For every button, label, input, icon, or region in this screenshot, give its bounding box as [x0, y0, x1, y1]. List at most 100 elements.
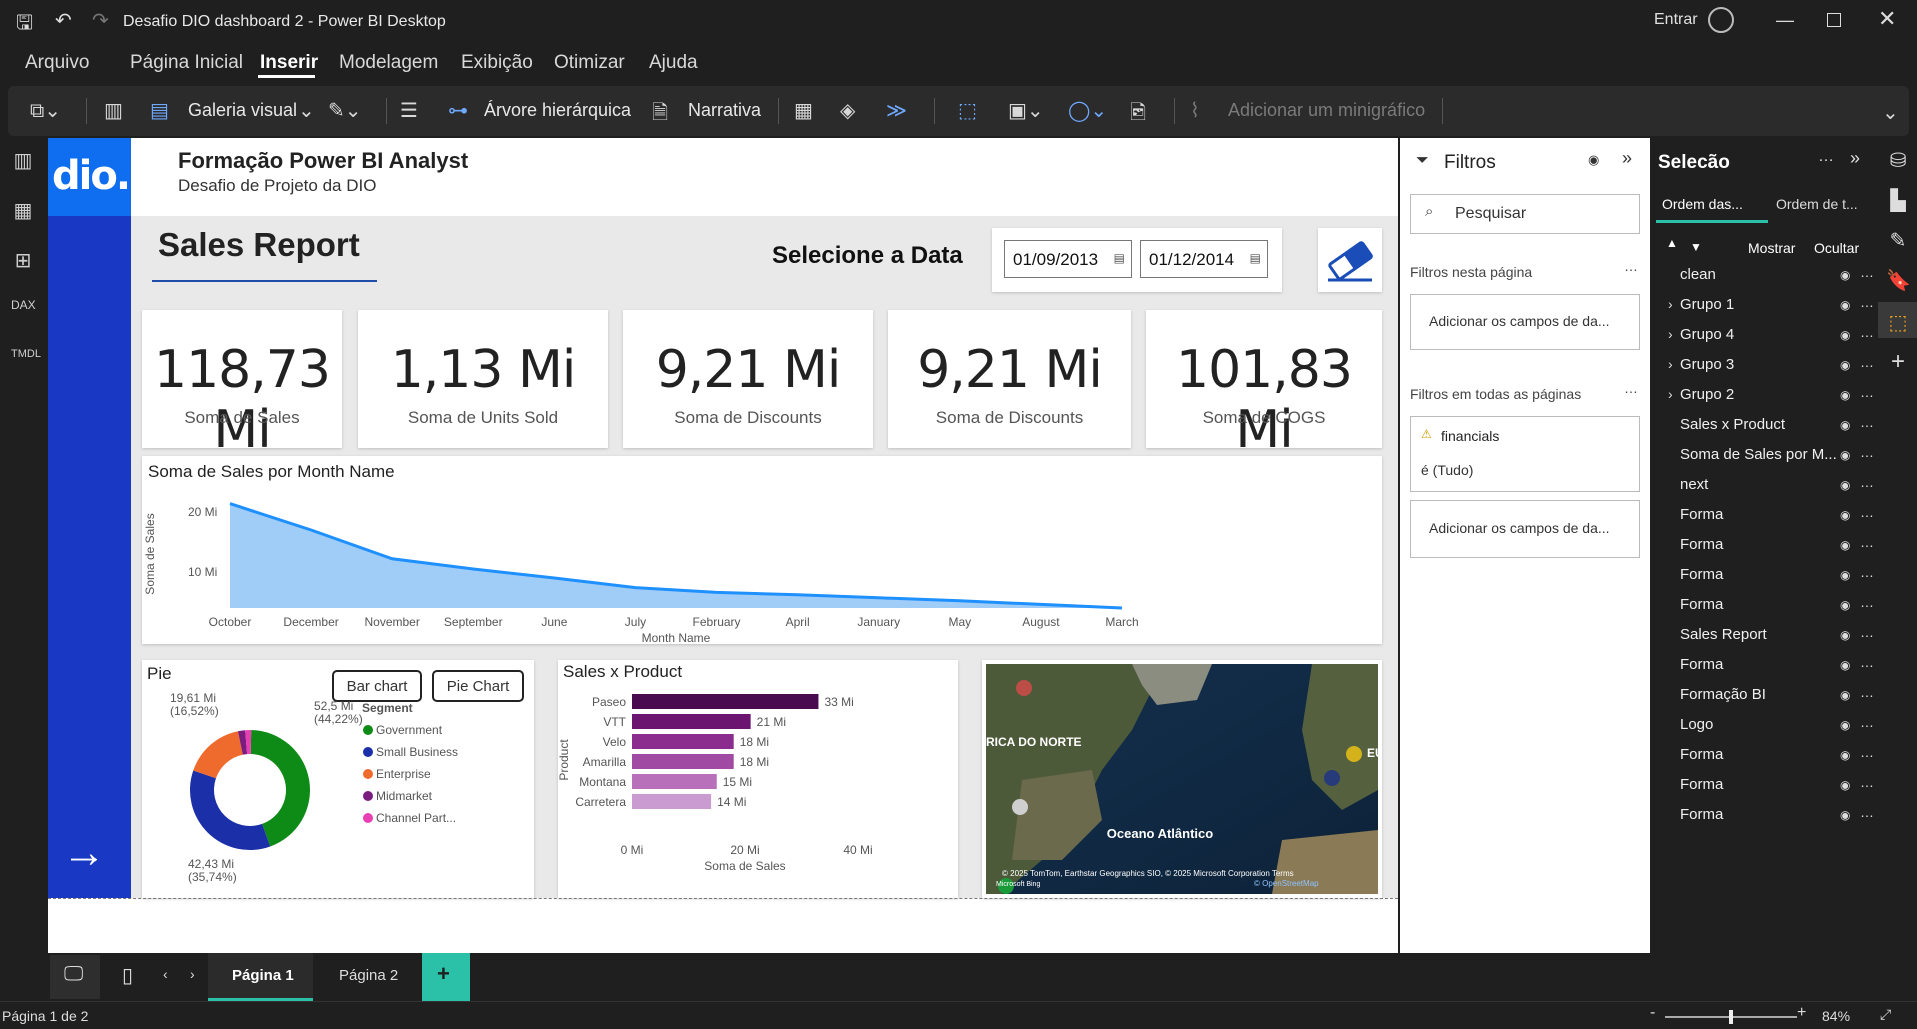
page-tab-2[interactable]: Página 2 — [315, 953, 420, 1001]
prev-page-icon[interactable]: ‹ — [163, 966, 168, 982]
selection-item[interactable]: Sales Report ◉… — [1680, 624, 1874, 656]
map-bubble[interactable] — [1324, 770, 1340, 786]
eye-icon[interactable]: ◉ — [1840, 358, 1850, 372]
end-date-input[interactable]: 01/12/2014 ▤ — [1140, 240, 1268, 278]
chevron-down-icon[interactable]: ⌄ — [298, 98, 315, 123]
selection-item[interactable]: › Grupo 3 ◉… — [1668, 354, 1874, 386]
data-pane-icon[interactable]: ⛁ — [1886, 148, 1910, 172]
format-pane-icon[interactable]: ✎ — [1886, 228, 1910, 252]
menu-exibicao[interactable]: Exibição — [461, 52, 533, 74]
add-pane-icon[interactable]: + — [1886, 348, 1910, 375]
dax-query-view-icon[interactable]: DAX — [11, 298, 36, 322]
selection-item[interactable]: Forma ◉… — [1680, 534, 1874, 566]
hide-all-button[interactable]: Ocultar — [1814, 240, 1859, 256]
visual-gallery-button[interactable]: Galeria visual — [188, 100, 297, 121]
zoom-out-icon[interactable]: - — [1650, 1004, 1655, 1022]
eye-icon[interactable]: ◉ — [1840, 388, 1850, 402]
tab-tab-order[interactable]: Ordem de t... — [1776, 196, 1858, 212]
more-options-icon[interactable]: … — [1860, 264, 1874, 280]
add-page-button[interactable]: + — [422, 953, 470, 1001]
minimize-icon[interactable]: — — [1776, 10, 1794, 31]
menu-ajuda[interactable]: Ajuda — [649, 52, 698, 74]
eye-icon[interactable]: ◉ — [1840, 508, 1850, 522]
redo-icon[interactable]: ↷ — [92, 8, 109, 33]
more-options-icon[interactable]: … — [1860, 444, 1874, 460]
more-options-icon[interactable]: … — [1860, 624, 1874, 640]
narrative-icon[interactable]: 🗎 — [652, 98, 668, 132]
decomposition-tree-icon[interactable]: ⊶ — [448, 98, 468, 123]
selection-pane-icon[interactable]: ⬚ — [1886, 310, 1910, 334]
chevron-right-icon[interactable]: › — [1668, 356, 1673, 372]
menu-pagina-inicial[interactable]: Página Inicial — [130, 52, 243, 74]
kpi-card-discounts[interactable]: 9,21 Mi Soma de Discounts — [623, 310, 873, 448]
selection-item[interactable]: Forma ◉… — [1680, 594, 1874, 626]
tmdl-view-icon[interactable]: TMDL — [11, 348, 41, 372]
undo-icon[interactable]: ↶ — [55, 8, 72, 33]
maximize-icon[interactable] — [1827, 13, 1841, 27]
eye-icon[interactable]: ◉ — [1840, 268, 1850, 282]
add-page-filter-field[interactable]: Adicionar os campos de da... — [1410, 294, 1640, 350]
show-all-button[interactable]: Mostrar — [1748, 240, 1795, 256]
mobile-layout-icon[interactable]: ▯ — [122, 963, 133, 988]
kpi-card-sales[interactable]: 118,73 Mi Soma de Sales — [142, 310, 342, 460]
eye-icon[interactable]: ◉ — [1840, 808, 1850, 822]
more-options-icon[interactable]: … — [1860, 474, 1874, 490]
zoom-in-icon[interactable]: + — [1797, 1004, 1806, 1022]
selection-item[interactable]: Sales x Product ◉… — [1680, 414, 1874, 446]
selection-item[interactable]: next ◉… — [1680, 474, 1874, 506]
eye-icon[interactable]: ◉ — [1840, 658, 1850, 672]
move-down-icon[interactable]: ▼ — [1690, 240, 1702, 254]
account-avatar-icon[interactable] — [1708, 7, 1734, 33]
kpi-card-units[interactable]: 1,13 Mi Soma de Units Sold — [358, 310, 608, 448]
map-card[interactable]: RICA DO NORTE EU Oceano Atlântico © 2025… — [982, 660, 1384, 898]
eye-icon[interactable]: ◉ — [1840, 748, 1850, 762]
more-options-icon[interactable]: … — [1860, 594, 1874, 610]
eye-icon[interactable]: ◉ — [1840, 298, 1850, 312]
tab-layer-order[interactable]: Ordem das... — [1662, 196, 1743, 212]
bookmarks-icon[interactable]: 🔖 — [1886, 268, 1911, 292]
chevron-right-icon[interactable]: › — [1668, 326, 1673, 342]
menu-inserir[interactable]: Inserir — [260, 52, 318, 74]
selection-item[interactable]: clean ◉… — [1680, 264, 1874, 296]
map-bubble[interactable] — [1016, 680, 1032, 696]
selection-item[interactable]: Forma ◉… — [1680, 564, 1874, 596]
menu-otimizar[interactable]: Otimizar — [554, 52, 625, 74]
zoom-slider-thumb[interactable] — [1729, 1010, 1733, 1024]
selection-item[interactable]: › Grupo 4 ◉… — [1668, 324, 1874, 356]
eye-icon[interactable]: ◉ — [1840, 718, 1850, 732]
more-options-icon[interactable]: … — [1860, 714, 1874, 730]
bar-chart-card[interactable]: Sales x Product Paseo 33 Mi VTT 21 Mi Velo 18… — [558, 660, 958, 898]
more-options-icon[interactable]: … — [1860, 384, 1874, 400]
power-automate-icon[interactable]: ≫ — [886, 98, 907, 123]
calendar-icon[interactable]: ▤ — [1114, 251, 1125, 265]
next-page-arrow-icon[interactable]: → — [62, 828, 106, 878]
model-view-icon[interactable]: ⊞ — [11, 248, 35, 272]
table-view-icon[interactable]: ▦ — [11, 198, 35, 222]
map-bubble[interactable] — [1346, 746, 1362, 762]
add-all-pages-filter-field[interactable]: Adicionar os campos de da... — [1410, 500, 1640, 558]
format-icon[interactable]: ✎⌄ — [328, 98, 362, 123]
buttons-icon[interactable]: ▣⌄ — [1008, 98, 1044, 123]
eye-icon[interactable]: ◉ — [1840, 628, 1850, 642]
selection-item[interactable]: Forma ◉… — [1680, 804, 1874, 836]
visualizations-pane-icon[interactable]: ▙ — [1886, 188, 1910, 212]
zoom-level[interactable]: 84% — [1822, 1008, 1850, 1024]
fit-page-icon[interactable]: ⤢ — [1880, 1006, 1891, 1023]
filter-card-financials[interactable]: ⚠ financials é (Tudo) — [1410, 416, 1640, 492]
collapse-pane-icon[interactable]: » — [1622, 148, 1632, 169]
visual-gallery-icon[interactable]: ▤ — [150, 98, 169, 123]
eye-icon[interactable]: ◉ — [1840, 778, 1850, 792]
more-options-icon[interactable]: … — [1860, 744, 1874, 760]
eye-icon[interactable]: ◉ — [1840, 688, 1850, 702]
sign-in-link[interactable]: Entrar — [1654, 11, 1698, 29]
more-options-icon[interactable]: … — [1860, 534, 1874, 550]
more-options-icon[interactable]: … — [1860, 324, 1874, 340]
save-icon[interactable]: 🖫 — [16, 8, 33, 42]
more-options-icon[interactable]: … — [1860, 504, 1874, 520]
chevron-right-icon[interactable]: › — [1668, 296, 1673, 312]
eye-icon[interactable]: ◉ — [1840, 478, 1850, 492]
more-options-icon[interactable]: … — [1860, 294, 1874, 310]
selection-item[interactable]: Forma ◉… — [1680, 504, 1874, 536]
eye-icon[interactable]: ◉ — [1588, 152, 1599, 168]
more-options-icon[interactable]: … — [1818, 148, 1834, 166]
